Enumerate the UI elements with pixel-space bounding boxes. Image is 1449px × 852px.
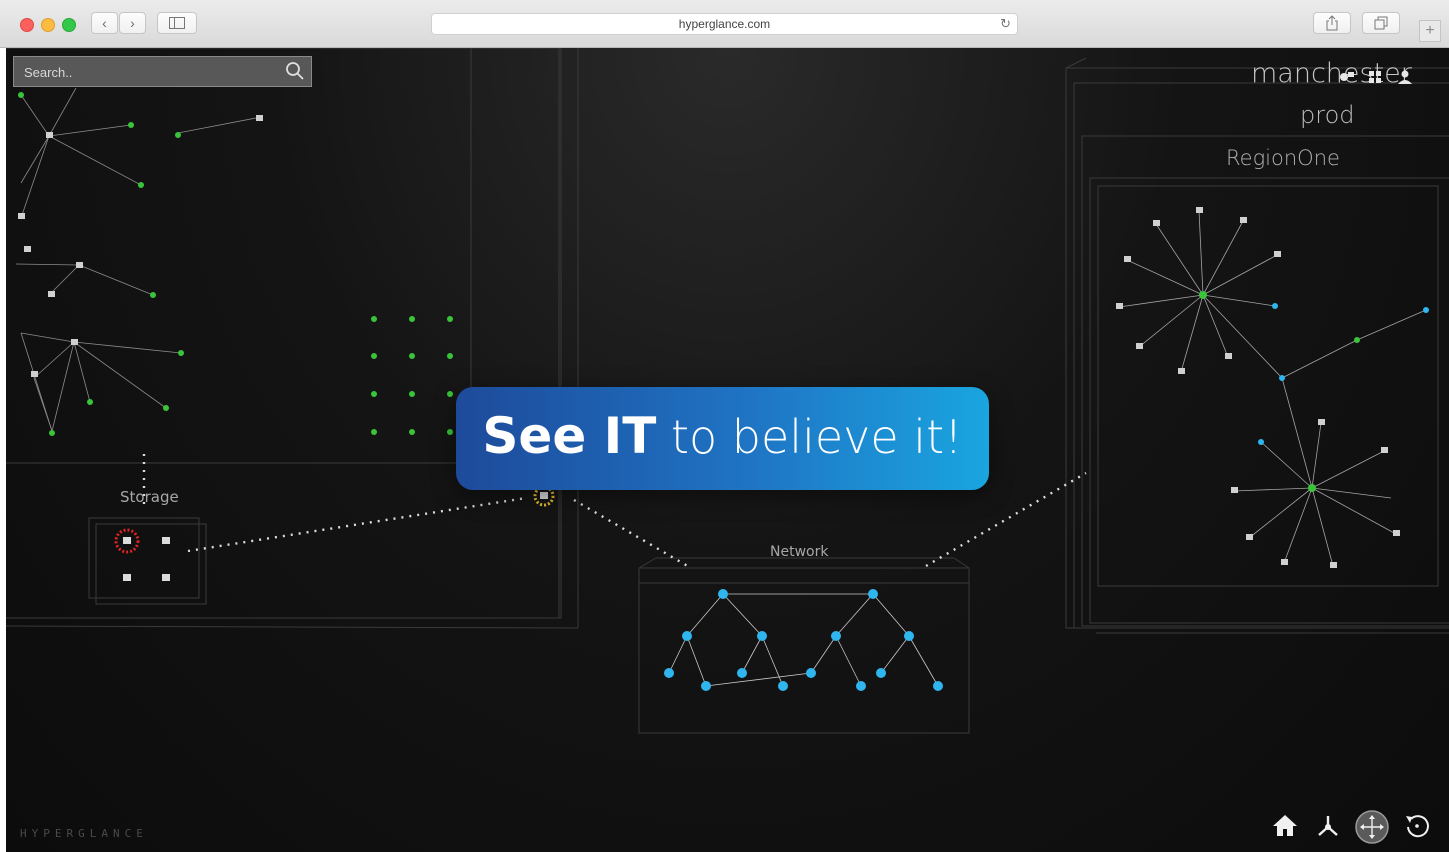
sidebar-button[interactable] [157, 12, 197, 34]
home-icon[interactable] [1270, 811, 1300, 841]
new-tab-button[interactable]: + [1419, 20, 1441, 42]
pan-icon[interactable] [1354, 809, 1390, 845]
plus-icon: + [1425, 22, 1435, 39]
minimize-window-button[interactable] [41, 18, 55, 32]
share-button[interactable] [1313, 12, 1351, 34]
promo-banner: See IT to believe it! [456, 387, 989, 490]
zoom-window-button[interactable] [62, 18, 76, 32]
grid-icon[interactable] [1369, 71, 1381, 83]
breadcrumb-project[interactable]: prod [1300, 101, 1355, 129]
chevron-right-icon: › [130, 15, 135, 31]
network-zone-label: Network [770, 544, 829, 560]
show-tabs-button[interactable] [1362, 12, 1400, 34]
brand-logo: HYPERGLANCE [20, 827, 148, 840]
tabs-icon [1374, 16, 1388, 30]
banner-strong-text: See IT [482, 407, 657, 465]
breadcrumb-region[interactable]: RegionOne [1226, 146, 1340, 170]
banner-text: See IT to believe it! [456, 405, 989, 468]
reset-icon[interactable] [1402, 811, 1432, 841]
search-icon[interactable] [285, 61, 305, 81]
url-text: hyperglance.com [678, 17, 771, 31]
back-button[interactable]: ‹ [91, 12, 118, 34]
browser-window: ‹ › hyperglance.com ↻ + Search.. manches… [0, 0, 1449, 852]
storage-zone-label: Storage [120, 488, 179, 506]
search-input[interactable] [22, 62, 276, 83]
chevron-left-icon: ‹ [102, 15, 107, 31]
topology-icon[interactable] [1313, 811, 1343, 841]
user-icon[interactable] [1398, 70, 1412, 85]
topology-canvas[interactable]: manchester prod RegionOne Storage [6, 48, 1449, 852]
sidebar-icon [169, 17, 185, 29]
close-window-button[interactable] [20, 18, 34, 32]
node-icon[interactable] [1340, 72, 1354, 81]
share-icon [1326, 15, 1338, 31]
search-box[interactable] [13, 56, 312, 87]
top-right-toolbar [1336, 67, 1416, 92]
browser-toolbar: ‹ › hyperglance.com ↻ + [0, 0, 1449, 48]
reload-icon[interactable]: ↻ [1000, 14, 1011, 34]
forward-button[interactable]: › [119, 12, 146, 34]
address-bar[interactable]: hyperglance.com ↻ [431, 13, 1018, 35]
banner-rest-text: to believe it! [656, 410, 963, 464]
